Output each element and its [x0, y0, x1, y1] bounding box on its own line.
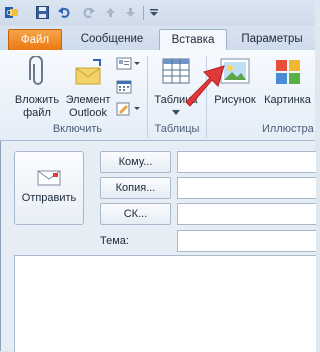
subject-label: Тема:	[100, 235, 129, 247]
to-field[interactable]	[177, 151, 316, 173]
bcc-field[interactable]	[177, 203, 316, 225]
paperclip-icon	[29, 55, 43, 85]
envelope-icon	[75, 59, 101, 85]
cc-button[interactable]: Копия...	[100, 177, 171, 199]
clipart-label: Картинка	[264, 94, 311, 106]
qat-separator	[143, 6, 144, 20]
to-button[interactable]: Кому...	[100, 151, 171, 173]
outlook-item-button[interactable]: Элемент Outlook	[62, 56, 114, 120]
up-arrow-icon[interactable]	[104, 6, 117, 19]
down-arrow-icon[interactable]	[124, 6, 137, 19]
redo-icon[interactable]	[82, 6, 95, 19]
send-button[interactable]: Отправить	[14, 151, 84, 225]
save-icon[interactable]	[36, 6, 49, 19]
tab-insert[interactable]: Вставка	[159, 29, 227, 52]
subject-field[interactable]	[177, 230, 316, 252]
outlook-item-label-2: Outlook	[69, 107, 107, 119]
tab-options[interactable]: Параметры	[234, 29, 310, 50]
group-label-include: Включить	[52, 123, 103, 135]
cc-field[interactable]	[177, 177, 316, 199]
outlook-item-label-1: Элемент	[65, 94, 111, 106]
outlook-logo-icon[interactable]: O	[5, 6, 18, 19]
clipart-icon	[275, 60, 300, 84]
group-label-tables: Таблицы	[154, 123, 200, 135]
calendar-icon[interactable]	[116, 79, 142, 95]
signature-icon[interactable]	[116, 101, 142, 117]
message-body[interactable]	[14, 255, 316, 352]
quick-access-toolbar: O	[0, 0, 315, 26]
bcc-button[interactable]: СК...	[100, 203, 171, 225]
tab-message[interactable]: Сообщение	[72, 29, 152, 50]
chevron-down-icon	[172, 110, 180, 115]
send-label: Отправить	[21, 192, 77, 204]
attach-file-label-2: файл	[23, 107, 51, 119]
ribbon-tab-strip: Файл Сообщение Вставка Параметры	[0, 26, 315, 52]
undo-icon[interactable]	[58, 6, 71, 19]
svg-text:O: O	[7, 10, 13, 17]
attach-file-label-1: Вложить	[14, 94, 60, 106]
business-card-icon[interactable]	[116, 56, 142, 72]
send-envelope-icon	[37, 170, 61, 186]
attach-file-button[interactable]: Вложить файл	[12, 55, 62, 120]
customize-dropdown-icon[interactable]	[148, 6, 161, 19]
tab-file[interactable]: Файл	[8, 29, 62, 51]
group-label-illustrations: Иллюстра	[262, 123, 314, 135]
clipart-button[interactable]: Картинка	[260, 56, 315, 107]
red-pointer-arrow-icon	[185, 65, 225, 107]
